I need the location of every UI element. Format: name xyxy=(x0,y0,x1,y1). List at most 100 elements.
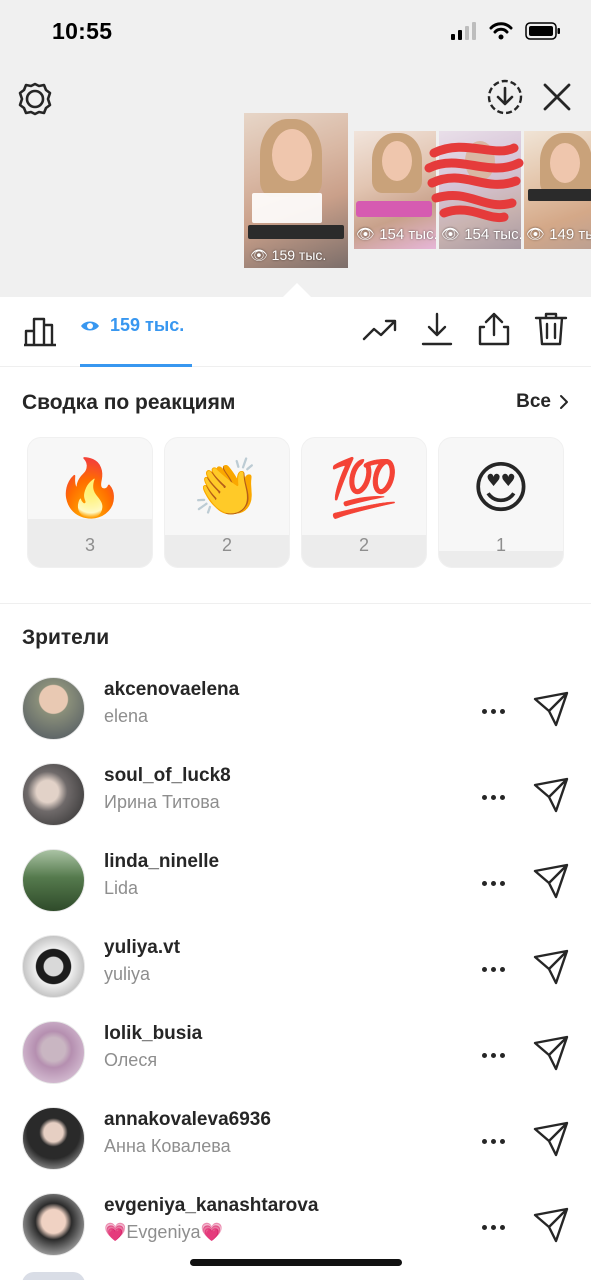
home-indicator[interactable] xyxy=(190,1259,402,1266)
viewer-row[interactable]: linda_ninelle Lida xyxy=(0,849,591,935)
thumbnail-face xyxy=(272,129,312,181)
reaction-card[interactable]: 👏 2 xyxy=(164,437,290,568)
viewer-fullname: Lida xyxy=(104,878,139,898)
views-tab-underline xyxy=(80,364,192,367)
signal-icon xyxy=(451,22,476,40)
viewer-fullname: yuliya xyxy=(104,964,151,984)
viewer-row[interactable]: annakovaleva6936 Анна Ковалева xyxy=(0,1107,591,1193)
thumbnail-caption xyxy=(528,189,591,201)
more-icon[interactable] xyxy=(478,868,508,898)
thumbnail-views: 👁 154 тыс. xyxy=(441,226,521,243)
settings-icon[interactable] xyxy=(16,80,54,118)
next-viewer-avatar-peek xyxy=(22,1272,85,1280)
reaction-count: 1 xyxy=(495,535,506,555)
avatar[interactable] xyxy=(22,935,85,998)
chevron-right-icon xyxy=(560,395,568,409)
status-icons xyxy=(451,22,561,40)
stats-icon[interactable] xyxy=(22,311,58,347)
reactions-list: 🔥 3 👏 2 💯 2 😍 1 xyxy=(27,437,591,569)
thumbnail-views-value: 154 тыс. xyxy=(379,226,436,243)
wifi-icon xyxy=(489,22,513,40)
viewer-fullname: Олеся xyxy=(104,1050,158,1070)
reaction-count: 2 xyxy=(358,535,369,555)
story-thumbnail[interactable]: 👁 149 тыс. xyxy=(524,131,591,249)
thumbnail-views-value: 159 тыс. xyxy=(271,247,327,263)
viewer-username[interactable]: soul_of_luck8 xyxy=(104,765,231,787)
thumbnail-face xyxy=(550,143,580,183)
thumbnail-views-value: 149 тыс. xyxy=(549,226,591,243)
viewer-row[interactable]: yuliya.vt yuliya xyxy=(0,935,591,1021)
viewer-fullname: Анна Ковалева xyxy=(104,1136,231,1156)
eye-icon xyxy=(81,321,99,330)
thumbnail-views-value: 154 тыс. xyxy=(464,226,521,243)
story-thumbnail-active[interactable]: 👁 159 тыс. xyxy=(244,113,348,268)
send-icon[interactable] xyxy=(532,1120,570,1158)
status-time: 10:55 xyxy=(52,18,113,44)
see-all-button[interactable]: Все xyxy=(516,391,569,413)
avatar[interactable] xyxy=(22,763,85,826)
viewer-username[interactable]: akcenovaelena xyxy=(104,679,239,701)
viewer-row[interactable]: akcenovaelena elena xyxy=(0,677,591,763)
send-icon[interactable] xyxy=(532,776,570,814)
viewer-row[interactable]: lolik_busia Олеся xyxy=(0,1021,591,1107)
send-icon[interactable] xyxy=(532,690,570,728)
battery-icon xyxy=(525,22,560,40)
more-icon[interactable] xyxy=(478,1126,508,1156)
viewer-username[interactable]: lolik_busia xyxy=(104,1023,202,1045)
viewer-fullname: elena xyxy=(104,706,149,726)
avatar[interactable] xyxy=(22,677,85,740)
viewer-username[interactable]: linda_ninelle xyxy=(104,851,219,873)
reaction-card[interactable]: 🔥 3 xyxy=(27,437,153,568)
avatar[interactable] xyxy=(22,1021,85,1084)
send-icon[interactable] xyxy=(532,1206,570,1244)
avatar[interactable] xyxy=(22,849,85,912)
viewer-fullname: 💗Evgeniya💗 xyxy=(104,1222,223,1242)
close-icon[interactable] xyxy=(540,80,574,114)
reactions-title: Сводка по реакциям xyxy=(22,391,236,414)
views-count: 159 тыс. xyxy=(110,315,185,335)
fire-emoji-icon: 🔥 xyxy=(55,456,125,519)
thumbnail-views: 👁 159 тыс. xyxy=(250,247,327,263)
download-icon[interactable] xyxy=(486,78,524,116)
viewer-username[interactable]: yuliya.vt xyxy=(104,937,180,959)
reaction-card[interactable]: 💯 2 xyxy=(301,437,427,568)
reaction-count: 2 xyxy=(221,535,232,555)
more-icon[interactable] xyxy=(478,696,508,726)
reaction-card[interactable]: 😍 1 xyxy=(438,437,564,568)
avatar[interactable] xyxy=(22,1107,85,1170)
send-icon[interactable] xyxy=(532,948,570,986)
more-icon[interactable] xyxy=(478,1212,508,1242)
thumbnail-face xyxy=(382,141,412,181)
clap-emoji-icon: 👏 xyxy=(192,456,262,519)
thumbnail-mention xyxy=(356,201,432,217)
viewer-username[interactable]: evgeniya_kanashtarova xyxy=(104,1195,318,1217)
reaction-count: 3 xyxy=(84,535,95,555)
story-thumbnails: 👁 159 тыс. 👁 154 тыс. 👁 154 тыс. 👁 149 т… xyxy=(244,113,591,271)
more-icon[interactable] xyxy=(478,782,508,812)
heart-eyes-emoji-icon: 😍 xyxy=(471,456,531,519)
viewer-username[interactable]: annakovaleva6936 xyxy=(104,1109,271,1131)
hundred-emoji-icon: 💯 xyxy=(329,456,399,519)
red-scribble xyxy=(424,142,524,223)
thumbnail-caption xyxy=(252,193,322,223)
viewer-fullname: Ирина Титова xyxy=(104,792,220,812)
save-icon[interactable] xyxy=(419,311,455,347)
more-icon[interactable] xyxy=(478,1040,508,1070)
send-icon[interactable] xyxy=(532,1034,570,1072)
active-story-pointer xyxy=(283,283,311,297)
section-divider xyxy=(0,603,591,604)
more-icon[interactable] xyxy=(478,954,508,984)
send-icon[interactable] xyxy=(532,862,570,900)
avatar[interactable] xyxy=(22,1193,85,1256)
status-bar: 10:55 xyxy=(0,0,591,66)
viewer-row[interactable]: evgeniya_kanashtarova 💗Evgeniya💗 xyxy=(0,1193,591,1279)
insights-icon[interactable] xyxy=(362,311,398,347)
thumbnail-views: 👁 149 тыс. xyxy=(526,225,591,243)
story-preview-area: 10:55 👁 159 тыс. 👁 154 тыс. 👁 154 тыс. 👁… xyxy=(0,0,591,297)
views-tab[interactable]: 159 тыс. xyxy=(80,315,184,336)
viewers-title: Зрители xyxy=(22,626,110,649)
share-icon[interactable] xyxy=(476,311,512,347)
viewer-row[interactable]: soul_of_luck8 Ирина Титова xyxy=(0,763,591,849)
see-all-label: Все xyxy=(516,391,551,412)
delete-icon[interactable] xyxy=(533,311,569,347)
